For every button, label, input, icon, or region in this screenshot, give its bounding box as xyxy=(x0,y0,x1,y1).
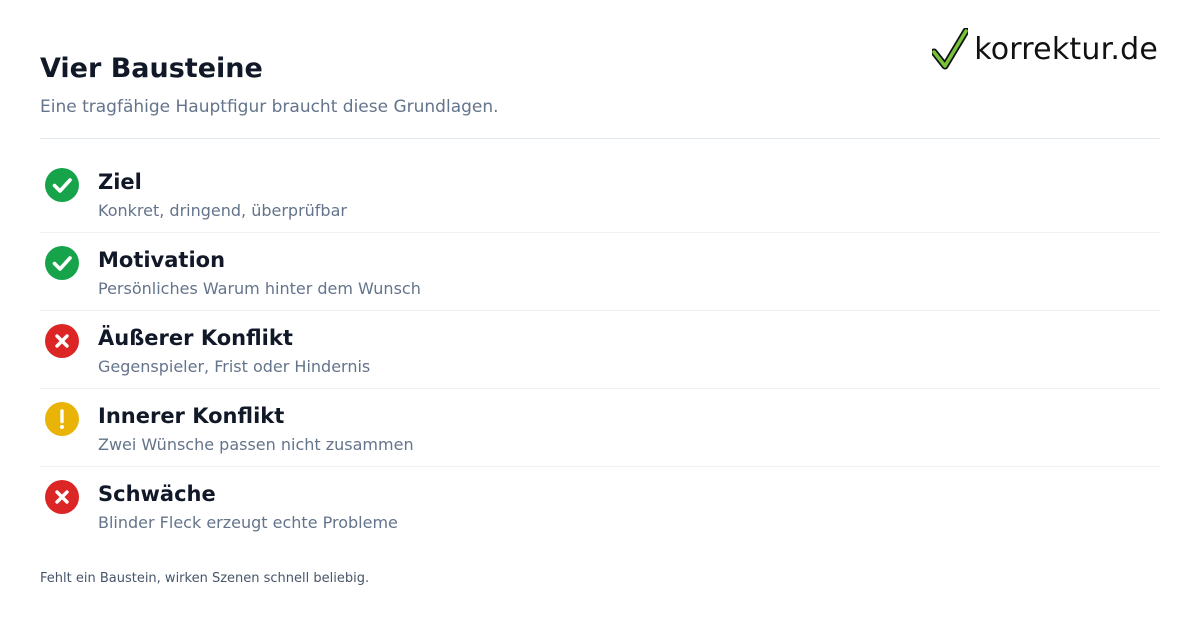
x-circle-icon xyxy=(45,480,79,514)
item-description: Zwei Wünsche passen nicht zusammen xyxy=(98,435,414,454)
item-title: Äußerer Konflikt xyxy=(98,326,293,350)
header-divider xyxy=(40,138,1160,139)
list-item-aeusserer-konflikt: Äußerer Konflikt Gegenspieler, Frist ode… xyxy=(40,311,1160,389)
list-item-ziel: Ziel Konkret, dringend, überprüfbar xyxy=(40,155,1160,233)
page-subtitle: Eine tragfähige Hauptfigur braucht diese… xyxy=(40,97,499,117)
check-circle-icon xyxy=(45,168,79,202)
list-item-schwaeche: Schwäche Blinder Fleck erzeugt echte Pro… xyxy=(40,467,1160,544)
item-title: Ziel xyxy=(98,170,142,194)
item-title: Motivation xyxy=(98,248,226,272)
item-description: Gegenspieler, Frist oder Hindernis xyxy=(98,357,371,376)
item-description: Blinder Fleck erzeugt echte Probleme xyxy=(98,513,398,532)
page-title: Vier Bausteine xyxy=(40,53,263,84)
item-title: Innerer Konflikt xyxy=(98,404,285,428)
list-item-innerer-konflikt: Innerer Konflikt Zwei Wünsche passen nic… xyxy=(40,389,1160,467)
page-header: Vier Bausteine Eine tragfähige Hauptfigu… xyxy=(40,52,1160,118)
check-circle-icon xyxy=(45,246,79,280)
item-description: Persönliches Warum hinter dem Wunsch xyxy=(98,279,421,298)
item-title: Schwäche xyxy=(98,482,216,506)
list-item-motivation: Motivation Persönliches Warum hinter dem… xyxy=(40,233,1160,311)
footer-note: Fehlt ein Baustein, wirken Szenen schnel… xyxy=(40,571,370,586)
item-description: Konkret, dringend, überprüfbar xyxy=(98,201,347,220)
exclamation-circle-icon xyxy=(45,402,79,436)
building-block-list: Ziel Konkret, dringend, überprüfbar Moti… xyxy=(40,155,1160,544)
x-circle-icon xyxy=(45,324,79,358)
